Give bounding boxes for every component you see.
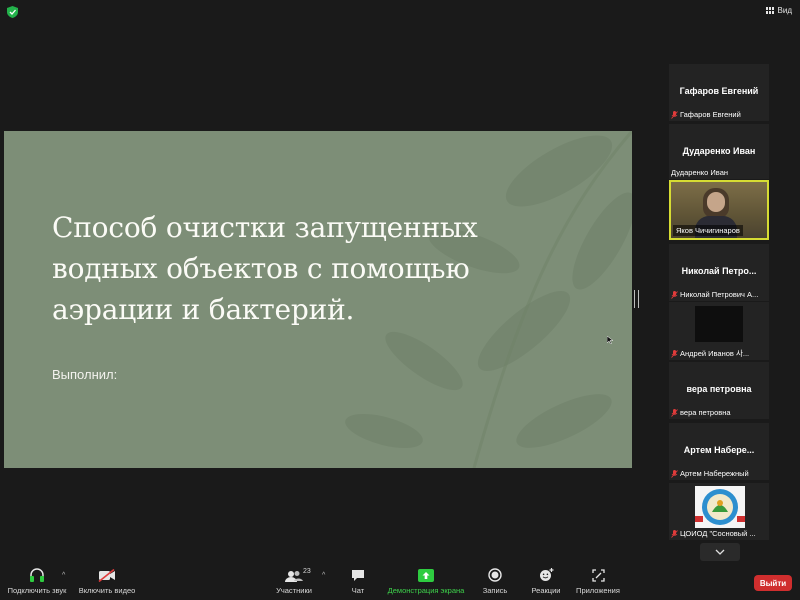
participant-tag-name: Николай Петрович А... [680, 290, 759, 299]
participants-count: 23 [303, 568, 311, 575]
apps-button[interactable]: Приложения [574, 564, 622, 600]
smiley-plus-icon [539, 568, 553, 581]
participant-name-tag: Андрей Иванов 사... [669, 347, 769, 360]
slide-title: Способ очистки запущенных водных объекто… [52, 207, 572, 330]
apps-label: Приложения [576, 586, 620, 595]
participants-label: Участники [276, 586, 312, 595]
grid-icon [765, 6, 775, 15]
participant-tile[interactable]: Андрей Иванов 사... [669, 302, 769, 360]
mic-muted-icon [671, 408, 678, 417]
mic-muted-icon [671, 349, 678, 358]
participant-tag-name: Гафаров Евгений [680, 110, 741, 119]
record-button[interactable]: Запись [478, 564, 512, 600]
participant-display-name: Дударенко Иван [682, 146, 756, 156]
share-screen-label: Демонстрация экрана [387, 586, 465, 595]
leave-button[interactable]: Выйти [754, 575, 792, 591]
audio-options-caret-icon[interactable]: ^ [62, 572, 65, 579]
participant-tile[interactable]: Дударенко Иван Дударенко Иван [669, 124, 769, 179]
chat-button[interactable]: Чат [344, 564, 372, 600]
view-label: Вид [777, 6, 792, 15]
start-video-button[interactable]: Включить видео [76, 564, 138, 600]
slide-subtitle: Выполнил: [52, 367, 118, 382]
meeting-toolbar: Подключить звук ^ Включить видео Участни… [0, 564, 800, 600]
organization-logo-emblem-icon [695, 489, 745, 525]
headphones-icon [30, 568, 44, 582]
participant-name-tag: вера петровна [669, 406, 769, 419]
person-face [707, 192, 725, 212]
participant-tag-name: Артем Набережный [680, 469, 749, 478]
participant-display-name: Артем Набере... [683, 445, 755, 455]
join-audio-label: Подключить звук [7, 586, 67, 595]
mouse-cursor-icon [607, 336, 613, 344]
join-audio-button[interactable]: Подключить звук [4, 564, 70, 600]
record-label: Запись [482, 586, 508, 595]
slide-title-line: Способ очистки запущенных [52, 211, 478, 244]
mic-muted-icon [671, 469, 678, 478]
participant-name-tag: Дударенко Иван [669, 166, 769, 179]
share-screen-icon [418, 569, 434, 582]
apps-icon [591, 569, 605, 582]
chevron-down-icon [715, 549, 725, 555]
mic-muted-icon [671, 290, 678, 299]
record-icon [488, 568, 502, 582]
shared-screen-slide: Способ очистки запущенных водных объекто… [4, 131, 632, 468]
security-shield-icon[interactable] [7, 6, 18, 18]
participant-name-tag: ЦОИОД "Сосновый ... [669, 527, 769, 540]
participant-tile[interactable]: Николай Петро... Николай Петрович А... [669, 244, 769, 301]
participant-name-tag: Артем Набережный [669, 467, 769, 480]
participant-tag-name: Андрей Иванов 사... [680, 349, 750, 358]
chat-label: Чат [351, 586, 365, 595]
reactions-button[interactable]: Реакции [528, 564, 564, 600]
video-off-icon [98, 569, 115, 582]
mic-muted-icon [671, 110, 678, 119]
slide-title-line: аэрации и бактерий. [52, 293, 355, 326]
slide-title-line: водных объектов с помощью [52, 252, 470, 285]
participants-options-caret-icon[interactable]: ^ [322, 572, 325, 579]
participant-tag-name: ЦОИОД "Сосновый ... [680, 529, 756, 538]
participant-video-tile-active-speaker[interactable]: Яков Чичигинаров [669, 180, 769, 240]
participants-icon [285, 571, 303, 582]
view-button[interactable]: Вид [765, 6, 792, 15]
participant-tile[interactable]: Артем Набере... Артем Набережный [669, 423, 769, 480]
share-screen-button[interactable]: Демонстрация экрана [384, 564, 468, 600]
participant-display-name: вера петровна [686, 384, 752, 394]
participant-name-tag: Гафаров Евгений [669, 108, 769, 121]
start-video-label: Включить видео [78, 586, 136, 595]
participant-tile[interactable]: ЦОИОД "Сосновый ... [669, 483, 769, 540]
chat-bubble-icon [352, 570, 364, 581]
reactions-label: Реакции [531, 586, 561, 595]
participant-tag-name: Яков Чичигинаров [673, 225, 743, 236]
organization-logo [695, 486, 745, 528]
gallery-scroll-down-button[interactable] [700, 543, 740, 561]
participant-tag-name: вера петровна [680, 408, 731, 417]
panel-resize-handle[interactable] [634, 290, 639, 308]
mic-muted-icon [671, 529, 678, 538]
participant-display-name: Гафаров Евгений [679, 86, 759, 96]
participant-tile[interactable]: Гафаров Евгений Гафаров Евгений [669, 64, 769, 121]
participant-tag-name: Дударенко Иван [671, 168, 729, 177]
participant-name-tag: Николай Петрович А... [669, 288, 769, 301]
participant-display-name: Николай Петро... [681, 266, 757, 276]
participant-video-off-placeholder [695, 306, 743, 342]
participant-tile[interactable]: вера петровна вера петровна [669, 362, 769, 419]
